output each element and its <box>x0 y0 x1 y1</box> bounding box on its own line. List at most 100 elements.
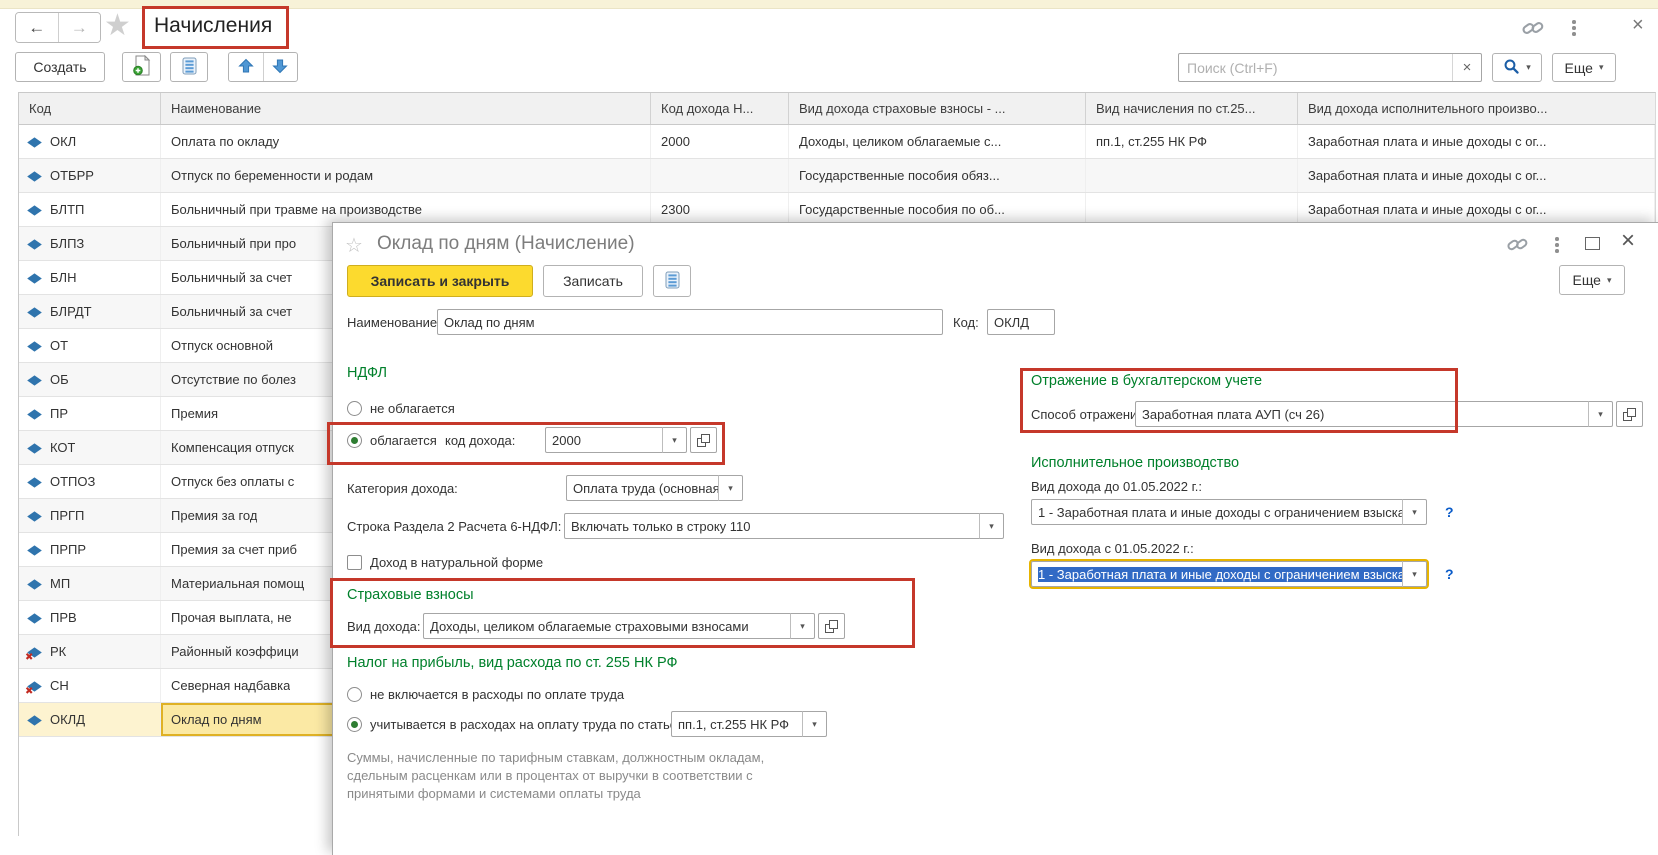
article-value: пп.1, ст.255 НК РФ <box>678 716 790 732</box>
item-diamond-icon: ✖ <box>25 680 42 697</box>
dialog-favorite-star-icon[interactable]: ☆ <box>345 233 363 258</box>
section-ndfl-header: НДФЛ <box>347 365 388 381</box>
chevron-down-icon[interactable]: ▾ <box>662 427 687 453</box>
item-diamond-icon: ✖ <box>27 136 42 148</box>
writ-after-help-link[interactable]: ? <box>1445 566 1454 582</box>
row-code: ОБ <box>50 372 69 387</box>
col-header-insurance[interactable]: Вид дохода страховые взносы - ... <box>789 93 1086 124</box>
list-icon <box>182 57 197 78</box>
forward-button[interactable]: → <box>57 13 100 42</box>
chevron-down-icon[interactable]: ▾ <box>718 475 743 501</box>
category-combo[interactable]: Оплата труда (основная ▾ <box>566 475 743 501</box>
back-button[interactable]: ← <box>16 13 58 42</box>
move-up-button[interactable] <box>229 53 263 81</box>
radio-taxed[interactable] <box>347 432 362 448</box>
col-header-name[interactable]: Наименование <box>161 93 651 124</box>
radio-taxed-row: облагается <box>347 427 437 453</box>
col-header-writ[interactable]: Вид дохода исполнительного произво... <box>1298 93 1655 124</box>
move-down-button[interactable] <box>262 53 298 81</box>
line6ndfl-value: Включать только в строку 110 <box>571 518 751 534</box>
arrow-down-icon <box>272 58 288 77</box>
row-writ-cell: Заработная плата и иные доходы с ог... <box>1298 159 1655 192</box>
row-code: СН <box>50 678 69 693</box>
item-diamond-icon: ✖ <box>27 204 42 216</box>
writ-before-combo[interactable]: 1 - Заработная плата и иные доходы с огр… <box>1031 499 1427 525</box>
insurance-income-type-combo[interactable]: Доходы, целиком облагаемые страховыми вз… <box>423 613 845 639</box>
name-label: Наименование: <box>347 314 441 330</box>
radio-not-taxed[interactable]: не облагается <box>347 395 455 421</box>
open-icon <box>697 433 710 447</box>
reflection-method-combo[interactable]: Заработная плата АУП (сч 26) ▾ <box>1135 401 1643 427</box>
kebab-menu-icon[interactable] <box>1572 20 1576 36</box>
radio-included-label: учитывается в расходах на оплату труда п… <box>370 716 681 732</box>
more-button-label: Еще <box>1564 59 1593 76</box>
item-diamond-icon: ✖ <box>27 272 42 284</box>
row-code: БЛН <box>50 270 77 285</box>
item-diamond-icon: ✖ <box>27 714 42 726</box>
more-button-main[interactable]: Еще ▾ <box>1552 53 1616 82</box>
chevron-down-icon[interactable]: ▾ <box>1588 401 1613 427</box>
row-income-code-cell <box>651 159 789 192</box>
row-code: МП <box>50 576 71 591</box>
code-label: Код: <box>953 314 979 330</box>
natural-form-checkbox[interactable] <box>347 554 362 570</box>
create-button-label: Создать <box>33 59 87 75</box>
col-header-income-code[interactable]: Код дохода Н... <box>651 93 789 124</box>
row-code: ОТПОЗ <box>50 474 96 489</box>
writ-after-combo[interactable]: 1 - Заработная плата и иные доходы с огр… <box>1029 559 1429 589</box>
radio-not-included[interactable]: не включается в расходы по оплате труда <box>347 681 624 707</box>
link-icon[interactable] <box>1521 16 1545 43</box>
dialog-more-button[interactable]: Еще ▾ <box>1559 265 1625 295</box>
category-value: Оплата труда (основная <box>573 480 719 496</box>
col-header-art255[interactable]: Вид начисления по ст.25... <box>1086 93 1298 124</box>
row-name-cell: Оплата по окладу <box>161 125 651 158</box>
income-code-combo[interactable]: 2000 ▾ <box>545 427 717 453</box>
chevron-down-icon[interactable]: ▾ <box>1402 561 1427 587</box>
close-window-icon[interactable]: × <box>1632 14 1644 37</box>
list-settings-button[interactable] <box>170 52 208 82</box>
clear-search-button[interactable]: × <box>1452 54 1481 81</box>
reflection-open-button[interactable] <box>1616 401 1643 427</box>
chevron-down-icon[interactable]: ▾ <box>790 613 815 639</box>
income-code-open-button[interactable] <box>690 427 717 453</box>
forward-arrow-icon: → <box>70 17 88 37</box>
row-code: ОКЛ <box>50 134 77 149</box>
dialog-list-button[interactable] <box>653 265 691 297</box>
col-header-code[interactable]: Код <box>19 93 161 124</box>
save-button[interactable]: Записать <box>543 265 643 297</box>
natural-form-row[interactable]: Доход в натуральной форме <box>347 549 543 575</box>
chevron-down-icon[interactable]: ▾ <box>1402 499 1427 525</box>
table-row[interactable]: ✖ ОКЛ Оплата по окладу2000Доходы, целиком … <box>19 125 1655 159</box>
section-profit-tax-header: Налог на прибыль, вид расхода по ст. 255… <box>347 655 678 671</box>
favorite-star-icon[interactable]: ★ <box>104 8 131 43</box>
article-combo[interactable]: пп.1, ст.255 НК РФ ▾ <box>671 711 827 737</box>
accrual-dialog: ☆ Оклад по дням (Начисление) × Записать … <box>332 222 1658 855</box>
save-and-close-button[interactable]: Записать и закрыть <box>347 265 533 297</box>
name-input[interactable]: Оклад по дням <box>437 309 943 335</box>
table-row[interactable]: ✖ ОТБРР Отпуск по беременности и родам Госу… <box>19 159 1655 193</box>
line6ndfl-combo[interactable]: Включать только в строку 110 ▾ <box>564 513 1004 539</box>
category-label: Категория дохода: <box>347 480 458 496</box>
dialog-maximize-icon[interactable] <box>1585 237 1600 250</box>
create-button[interactable]: Создать <box>15 52 105 82</box>
dialog-kebab-menu-icon[interactable] <box>1555 237 1559 253</box>
search-button[interactable]: ▾ <box>1492 53 1542 82</box>
history-nav-group: ← → <box>15 12 101 43</box>
reflection-method-label: Способ отражения: <box>1031 406 1148 422</box>
insurance-income-type-label: Вид дохода: <box>347 618 421 634</box>
writ-before-help-link[interactable]: ? <box>1445 504 1454 520</box>
chevron-down-icon[interactable]: ▾ <box>802 711 827 737</box>
radio-included[interactable] <box>347 716 362 732</box>
row-name-cell: Отпуск по беременности и родам <box>161 159 651 192</box>
code-input[interactable]: ОКЛД <box>987 309 1055 335</box>
search-input[interactable] <box>1179 54 1452 81</box>
arrow-up-icon <box>238 58 254 77</box>
dialog-close-icon[interactable]: × <box>1621 227 1635 255</box>
insurance-open-button[interactable] <box>818 613 845 639</box>
new-item-button[interactable] <box>122 52 161 82</box>
item-diamond-icon: ✖ <box>27 578 42 590</box>
dialog-link-icon[interactable] <box>1506 233 1529 259</box>
radio-taxed-label: облагается <box>370 432 437 448</box>
chevron-down-icon[interactable]: ▾ <box>979 513 1004 539</box>
dialog-more-label: Еще <box>1572 272 1601 288</box>
